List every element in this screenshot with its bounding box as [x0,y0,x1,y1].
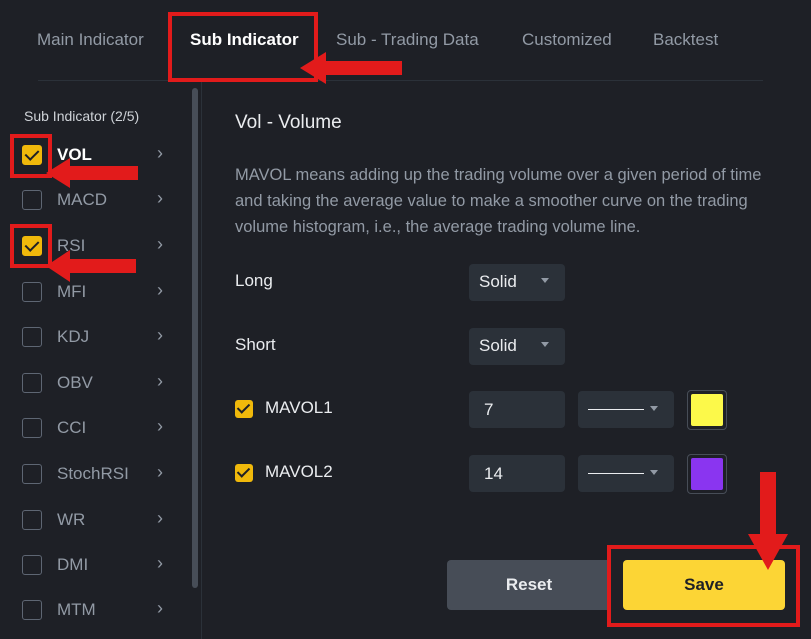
reset-button[interactable]: Reset [447,560,611,610]
sidebar-item-cci[interactable]: CCI › [10,410,180,446]
chevron-right-icon: › [157,598,163,618]
short-style-value: Solid [479,336,517,355]
macd-checkbox[interactable] [22,190,42,210]
long-style-select[interactable]: Solid [469,264,565,301]
mavol1-line-style-select[interactable] [578,391,674,428]
caret-down-icon [650,406,658,411]
chevron-right-icon: › [157,234,163,254]
caret-down-icon [650,470,658,475]
annotation-arrow-icon [46,158,138,188]
sidebar-item-label: StochRSI [57,464,129,483]
mavol1-period-input[interactable] [469,391,565,428]
tab-customized[interactable]: Customized [522,30,612,50]
mavol2-line-style-select[interactable] [578,455,674,492]
chevron-right-icon: › [157,280,163,300]
sidebar-item-wr[interactable]: WR › [10,502,180,538]
sidebar-item-label: MACD [57,190,108,209]
chevron-right-icon: › [157,416,163,436]
mavol2-color-swatch [691,458,723,490]
mfi-checkbox[interactable] [22,282,42,302]
sidebar-item-label: MTM [57,600,96,619]
mavol1-label: MAVOL1 [265,398,333,417]
chevron-right-icon: › [157,553,163,573]
chevron-right-icon: › [157,188,163,208]
caret-down-icon [541,278,549,283]
mavol2-checkbox[interactable] [235,464,253,482]
tab-main-indicator[interactable]: Main Indicator [37,30,144,50]
sidebar-item-label: MFI [57,282,87,301]
sidebar-title: Sub Indicator (2/5) [24,108,140,124]
sidebar-item-stochrsi[interactable]: StochRSI › [10,456,180,492]
sidebar-item-mtm[interactable]: MTM › [10,592,180,628]
sidebar-item-dmi[interactable]: DMI › [10,547,180,583]
chevron-right-icon: › [157,462,163,482]
sidebar-item-kdj[interactable]: KDJ › [10,319,180,355]
sidebar-item-obv[interactable]: OBV › [10,365,180,401]
long-label: Long [235,271,273,290]
caret-down-icon [541,342,549,347]
mavol2-color-picker[interactable] [687,454,727,494]
tab-sub-trading-data[interactable]: Sub - Trading Data [336,30,479,50]
annotation-highlight-box [168,12,318,82]
dmi-checkbox[interactable] [22,555,42,575]
mavol1-color-picker[interactable] [687,390,727,430]
short-label: Short [235,335,276,354]
sidebar-item-label: KDJ [57,327,90,346]
stochrsi-checkbox[interactable] [22,464,42,484]
annotation-arrow-icon [300,52,402,84]
line-style-preview [588,409,644,410]
mavol1-checkbox[interactable] [235,400,253,418]
sidebar-item-label: OBV [57,373,93,392]
line-style-preview [588,473,644,474]
annotation-arrow-icon [46,250,136,282]
short-style-select[interactable]: Solid [469,328,565,365]
obv-checkbox[interactable] [22,373,42,393]
indicator-title: Vol - Volume [235,112,342,133]
tab-bar: Main Indicator Sub Indicator Sub - Tradi… [0,0,811,82]
sidebar-item-label: DMI [57,555,89,574]
chevron-right-icon: › [157,143,163,163]
tab-backtest[interactable]: Backtest [653,30,718,50]
chevron-right-icon: › [157,371,163,391]
wr-checkbox[interactable] [22,510,42,530]
chevron-right-icon: › [157,325,163,345]
kdj-checkbox[interactable] [22,327,42,347]
mavol2-period-input[interactable] [469,455,565,492]
annotation-arrow-down-icon [748,472,788,570]
cci-checkbox[interactable] [22,418,42,438]
sidebar-item-label: WR [57,510,86,529]
mavol1-color-swatch [691,394,723,426]
sidebar-item-label: CCI [57,418,87,437]
sidebar-scrollbar[interactable] [192,88,198,588]
long-style-value: Solid [479,272,517,291]
mavol2-label: MAVOL2 [265,462,333,481]
mtm-checkbox[interactable] [22,600,42,620]
indicator-description: MAVOL means adding up the trading volume… [235,166,762,236]
chevron-right-icon: › [157,508,163,528]
